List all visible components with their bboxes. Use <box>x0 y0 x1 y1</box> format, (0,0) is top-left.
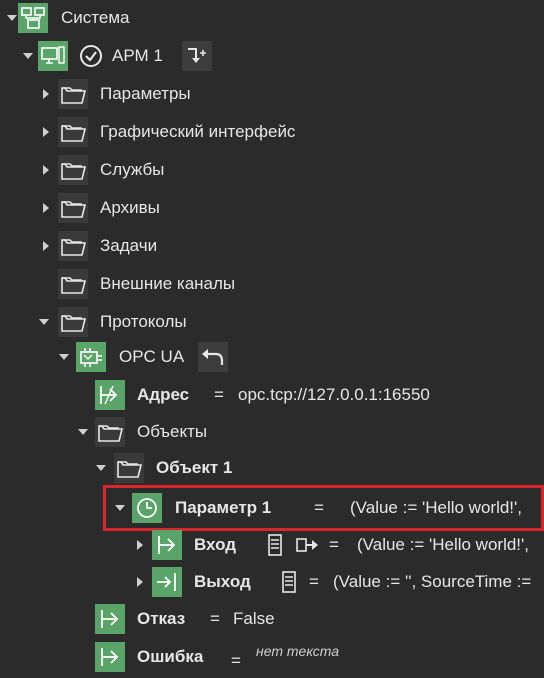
folder-icon <box>58 269 88 299</box>
tree-label: Архивы <box>100 198 160 217</box>
tree-label: Графический интерфейс <box>100 122 296 141</box>
collapsed-arrow-icon[interactable] <box>132 537 148 553</box>
tree-value: (Value := 'Hello world!', <box>350 498 523 517</box>
tree-row-folder[interactable]: Протоколы <box>0 304 544 340</box>
tree-row-opcua[interactable]: OPC UA <box>0 339 544 375</box>
collapsed-arrow-icon[interactable] <box>38 86 54 102</box>
folder-icon <box>58 193 88 223</box>
tree-label: Параметр 1 <box>175 498 272 517</box>
tree-value: opc.tcp://127.0.0.1:16550 <box>238 385 430 404</box>
collapsed-arrow-icon[interactable] <box>38 124 54 140</box>
collapsed-arrow-icon[interactable] <box>38 162 54 178</box>
tree-label: Протоколы <box>100 312 187 331</box>
tree-label: Объект 1 <box>156 458 233 477</box>
folder-icon <box>58 307 88 337</box>
check-circle-icon <box>78 43 104 69</box>
equals-sign: = <box>214 385 224 404</box>
link-arrow-icon <box>294 532 320 558</box>
input-signal-icon <box>152 530 182 560</box>
expanded-arrow-icon[interactable] <box>75 424 91 440</box>
folder-icon <box>58 117 88 147</box>
tree-label: Задачи <box>100 236 158 255</box>
folder-icon <box>58 155 88 185</box>
tree-row-input[interactable]: Вход = (Value := 'Hello world!', <box>0 527 544 563</box>
workstation-icon <box>38 41 68 71</box>
return-arrow-icon[interactable] <box>198 342 228 372</box>
expanded-arrow-icon[interactable] <box>36 314 52 330</box>
tree-value: False <box>233 609 275 628</box>
tree-row-fail[interactable]: Отказ = False <box>0 601 544 637</box>
tree-label: Адрес <box>137 385 190 404</box>
tree-value: (Value := '', SourceTime := <box>333 572 532 591</box>
opcua-server-icon <box>76 342 106 372</box>
tree-value: нет текста <box>256 643 340 659</box>
tree-label: Ошибка <box>137 647 204 666</box>
equals-sign: = <box>309 572 319 591</box>
tree-label: OPC UA <box>119 347 185 366</box>
tree-row-address[interactable]: Адрес = opc.tcp://127.0.0.1:16550 <box>0 377 544 413</box>
tree-row-folder[interactable]: Задачи <box>0 228 544 264</box>
input-signal-icon <box>95 604 125 634</box>
download-arrow-icon[interactable] <box>182 41 212 71</box>
tree-row-parameter1[interactable]: Параметр 1 = (Value := 'Hello world!', <box>0 490 544 526</box>
folder-icon <box>95 417 125 447</box>
expanded-arrow-icon[interactable] <box>56 349 72 365</box>
tree-row-error[interactable]: Ошибка = нет текста <box>0 639 544 675</box>
equals-sign: = <box>329 535 339 554</box>
tree-label: Службы <box>100 160 165 179</box>
input-signal-icon <box>95 642 125 672</box>
tree-row-system[interactable]: Система <box>0 0 544 36</box>
tree-label: Внешние каналы <box>100 274 236 293</box>
tree-label: Система <box>61 8 130 27</box>
tree-label: Параметры <box>100 84 191 103</box>
clock-icon <box>132 493 162 523</box>
expanded-arrow-icon[interactable] <box>112 500 128 516</box>
tree-row-folder[interactable]: Графический интерфейс <box>0 114 544 150</box>
tree-label: Объекты <box>137 422 208 441</box>
collapsed-arrow-icon[interactable] <box>38 200 54 216</box>
output-signal-icon <box>152 567 182 597</box>
tree-row-folder[interactable]: Службы <box>0 152 544 188</box>
folder-icon <box>58 231 88 261</box>
tree-row-folder[interactable]: Внешние каналы <box>0 266 544 302</box>
tree-row-output[interactable]: Выход = (Value := '', SourceTime := <box>0 564 544 600</box>
tree-row-folder[interactable]: Параметры <box>0 76 544 112</box>
tree-row-arm[interactable]: АРМ 1 <box>0 38 544 74</box>
tree-label: Выход <box>194 572 251 591</box>
list-icon <box>278 569 300 595</box>
tree-value: (Value := 'Hello world!', <box>357 535 530 554</box>
variable-icon <box>95 380 125 410</box>
tree-row-object1[interactable]: Объект 1 <box>0 450 544 486</box>
list-icon <box>264 532 286 558</box>
expanded-arrow-icon[interactable] <box>93 460 109 476</box>
equals-sign: = <box>231 651 241 670</box>
system-icon <box>18 3 48 33</box>
equals-sign: = <box>314 498 324 517</box>
collapsed-arrow-icon[interactable] <box>132 574 148 590</box>
tree-label: Вход <box>194 535 237 554</box>
expanded-arrow-icon[interactable] <box>20 48 36 64</box>
folder-icon <box>58 79 88 109</box>
folder-icon <box>114 453 144 483</box>
tree-label: Отказ <box>137 609 186 628</box>
tree-row-folder[interactable]: Архивы <box>0 190 544 226</box>
equals-sign: = <box>210 609 220 628</box>
tree-label: АРМ 1 <box>112 46 163 65</box>
collapsed-arrow-icon[interactable] <box>38 238 54 254</box>
tree-row-objects[interactable]: Объекты <box>0 414 544 450</box>
